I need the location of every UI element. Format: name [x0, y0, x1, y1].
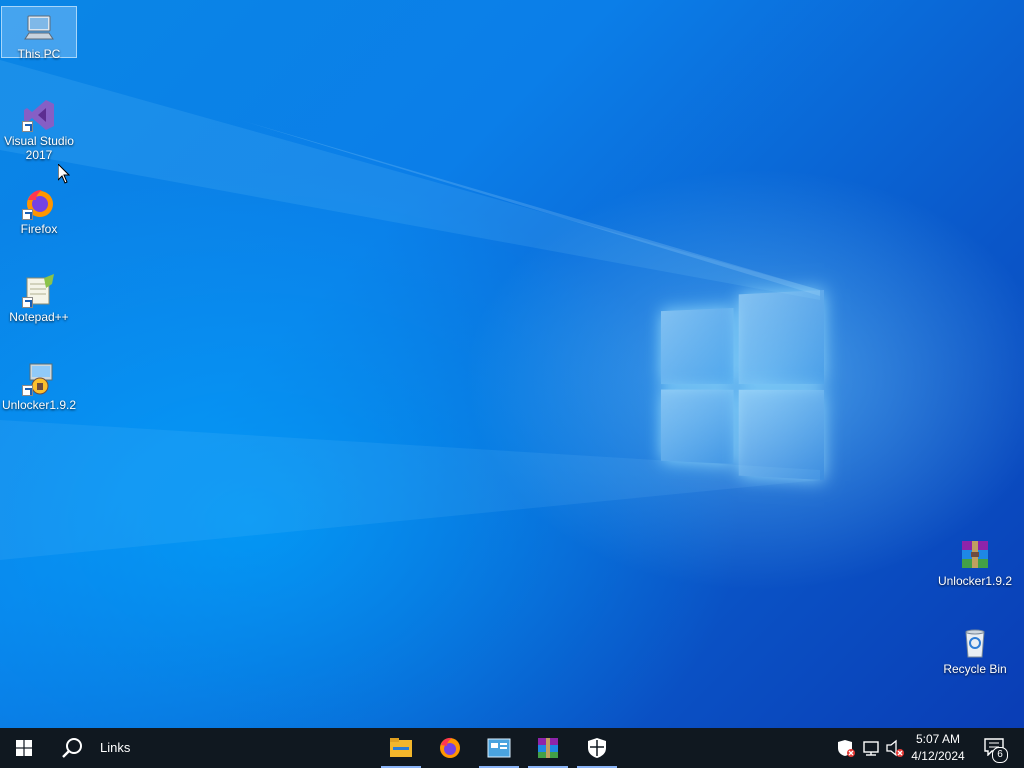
- network-icon[interactable]: [861, 738, 881, 758]
- wallpaper-light-rays: [0, 60, 820, 560]
- desktop-icon-label: Visual Studio 2017: [4, 134, 74, 162]
- shortcut-arrow-icon: [22, 209, 33, 220]
- desktop-icon-firefox[interactable]: Firefox: [1, 182, 77, 240]
- winrar-archive-icon: [958, 538, 992, 572]
- shortcut-arrow-icon: [22, 385, 33, 396]
- taskbar-firefox[interactable]: [426, 728, 474, 768]
- taskbar: Links 5:07 AM 4/12/2024 6: [0, 728, 1024, 768]
- file-explorer-icon: [390, 738, 412, 757]
- desktop-icon-label: Notepad++: [9, 310, 69, 324]
- notification-count-badge: 6: [992, 747, 1008, 763]
- start-button[interactable]: [0, 728, 48, 768]
- computer-icon: [22, 11, 56, 45]
- taskbar-windows-security[interactable]: [573, 728, 621, 768]
- desktop-icon-label: Unlocker1.9.2: [1, 398, 77, 412]
- firefox-icon: [22, 186, 56, 220]
- desktop-icon-notepad-plus-plus[interactable]: Notepad++: [1, 270, 77, 328]
- taskbar-clock[interactable]: 5:07 AM 4/12/2024: [902, 731, 974, 765]
- notepad-plus-plus-icon: [22, 274, 56, 308]
- action-center-button[interactable]: 6: [980, 728, 1016, 768]
- clock-date: 4/12/2024: [911, 749, 965, 763]
- desktop[interactable]: This PC Visual Studio 2017 Firefox Notep…: [0, 0, 1024, 728]
- shortcut-arrow-icon: [22, 297, 33, 308]
- mouse-cursor-icon: [58, 164, 70, 184]
- recycle-bin-icon: [958, 626, 992, 660]
- search-button[interactable]: [48, 728, 96, 768]
- unlocker-icon: [22, 362, 56, 396]
- windows-security-alert-icon[interactable]: [836, 738, 856, 758]
- desktop-icon-visual-studio-2017[interactable]: Visual Studio 2017: [1, 94, 77, 166]
- desktop-icon-label: Unlocker1.9.2: [937, 574, 1013, 588]
- search-icon: [62, 738, 82, 758]
- windows-security-icon: [588, 738, 606, 758]
- control-panel-icon: [487, 738, 511, 758]
- windows-start-icon: [16, 740, 32, 756]
- taskbar-control-panel[interactable]: [475, 728, 523, 768]
- windows-logo-wallpaper: [660, 290, 824, 480]
- visual-studio-icon: [22, 98, 56, 132]
- taskbar-winrar[interactable]: [524, 728, 572, 768]
- shortcut-arrow-icon: [22, 121, 33, 132]
- firefox-icon: [440, 737, 460, 758]
- desktop-icon-label: Firefox: [20, 222, 58, 236]
- desktop-icon-label: Recycle Bin: [943, 662, 1007, 676]
- desktop-icon-this-pc[interactable]: This PC: [1, 6, 77, 61]
- search-label[interactable]: Links: [100, 728, 130, 768]
- taskbar-file-explorer[interactable]: [377, 728, 425, 768]
- winrar-icon: [538, 738, 558, 758]
- desktop-icon-unlocker[interactable]: Unlocker1.9.2: [1, 358, 77, 416]
- clock-time: 5:07 AM: [915, 732, 961, 746]
- desktop-icon-label: This PC: [17, 47, 61, 61]
- desktop-icon-unlocker-archive[interactable]: Unlocker1.9.2: [937, 534, 1013, 592]
- desktop-icon-recycle-bin[interactable]: Recycle Bin: [937, 622, 1013, 680]
